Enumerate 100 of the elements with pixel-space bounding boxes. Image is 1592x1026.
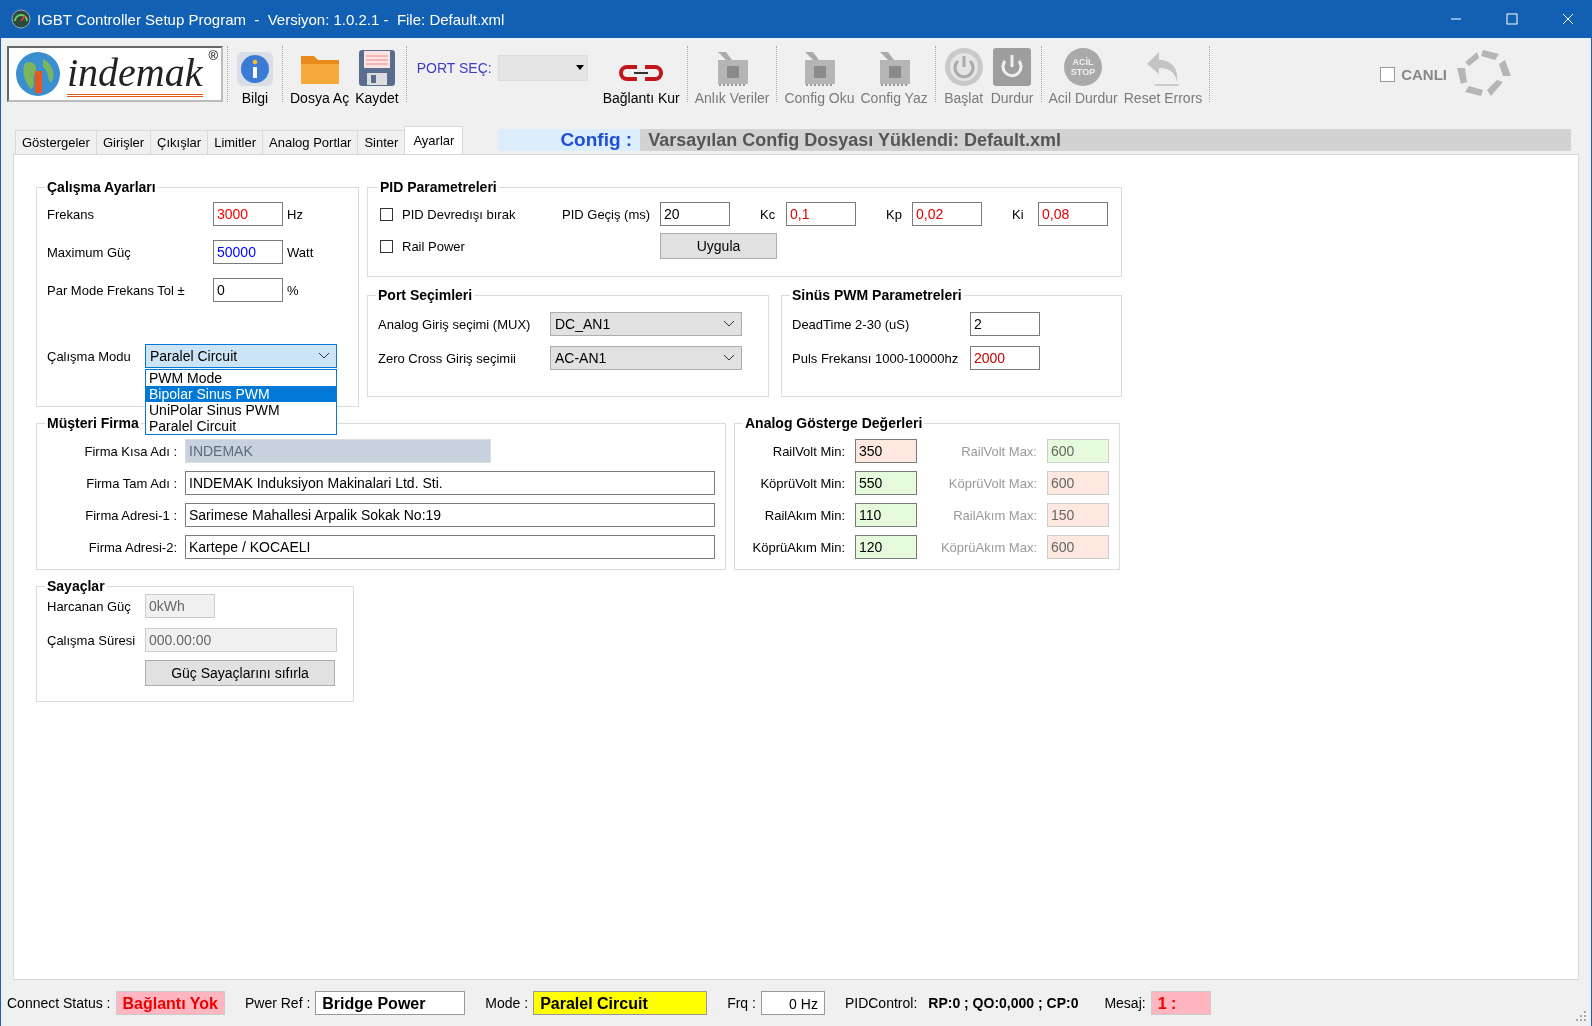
status-label: PIDControl: [844,995,918,1011]
group-title: Port Seçimleri [377,287,474,303]
input-field[interactable]: INDEMAK Induksiyon Makinalari Ltd. Sti. [185,471,715,495]
input-field[interactable]: 000.00:00 [145,628,337,652]
status-label: Frq : [727,995,756,1011]
input-field[interactable]: 600 [1047,471,1109,495]
input-field[interactable]: 110 [855,503,917,527]
field-label: Firma Adresi-1 : [84,507,178,523]
resize-grip-icon[interactable] [1575,1010,1587,1022]
field-label: RailAkım Min: [763,507,846,523]
live-label: CANLI [1401,65,1447,83]
tab[interactable]: Ayarlar [404,126,464,154]
status-label: Pwer Ref : [244,995,311,1011]
unit-label: % [287,282,299,298]
checkbox-label: PID Devredışı bırak [402,206,516,222]
input-field[interactable]: 150 [1047,503,1109,527]
group-title: Çalışma Ayarları [46,179,157,195]
field-label: RailVolt Max: [960,443,1038,459]
dropdown[interactable]: DC_AN1 [550,312,742,336]
field-label: Firma Kısa Adı : [83,443,178,459]
input-field[interactable]: 3000 [213,202,283,226]
input-field[interactable]: 2000 [970,346,1040,370]
field-label: Puls Frekansı 1000-10000hz [792,350,960,366]
group-title: Sinüs PWM Parametreleri [791,287,963,303]
group-title: Sayaçlar [46,578,106,594]
window-title: IGBT Controller Setup Program - Versiyon: 1.0.2.1 - File: Default.xml [37,10,506,28]
field-label: Çalışma Süresi [47,632,137,648]
mode-dropdown[interactable]: Paralel Circuit [145,344,337,368]
input-field[interactable]: 2 [970,312,1040,336]
live-checkbox[interactable] [1380,66,1396,82]
status-label: Mesaj: [1104,995,1146,1011]
input-field[interactable]: 550 [855,471,917,495]
field-label: KöprüAkım Min: [751,539,846,555]
status-value: Bağlantı Yok [115,991,225,1015]
field-label: Zero Cross Giriş seçimii [378,350,517,366]
input-field[interactable]: Sarimese Mahallesi Arpalik Sokak No:19 [185,503,715,527]
group-title: PID Parametreleri [379,179,498,195]
dropdown-option[interactable]: Paralel Circuit [146,418,336,434]
field-label: KöprüVolt Min: [759,475,846,491]
input-field[interactable]: 0,02 [912,202,982,226]
input-field[interactable]: 120 [855,535,917,559]
caret-icon [575,65,584,70]
chevron-down-icon [318,352,330,360]
field-label: Analog Giriş seçimi (MUX) [378,316,532,332]
input-field[interactable]: 600 [1047,439,1109,463]
dropdown-option[interactable]: PWM Mode [146,370,336,386]
stop-sign-icon: ACİL STOP [1062,46,1105,88]
checkbox[interactable] [380,239,393,253]
field-label: RailAkım Max: [952,507,1038,523]
field-label: PID Geçiş (ms) [562,206,652,222]
field-label: RailVolt Min: [771,443,846,459]
field-label: Ki [1012,206,1025,222]
dropdown-option[interactable]: UniPolar Sinus PWM [146,402,336,418]
field-label: Par Mode Frekans Tol ± [47,282,186,298]
status-value: 1 : [1150,991,1211,1015]
field-label: Kc [760,206,777,222]
field-label: Çalışma Modu [47,348,132,364]
registered-mark: ® [208,48,218,63]
info-icon [235,50,275,88]
input-field[interactable]: 20 [660,202,730,226]
dropdown[interactable]: AC-AN1 [550,346,742,370]
dropdown-option[interactable]: Bipolar Sinus PWM [146,386,336,402]
tab[interactable]: Göstergeler [15,130,97,154]
group-title: Analog Gösterge Değerleri [744,415,924,431]
port-label: PORT SEÇ: [416,60,492,76]
globe-icon [13,49,63,99]
input-field[interactable]: 0kWh [145,594,215,618]
status-value: 0 Hz [760,991,825,1015]
input-field[interactable]: 0 [213,278,283,302]
group-title: Müşteri Firma [46,415,140,431]
checkbox[interactable] [380,207,393,221]
gauge-icon [11,9,31,29]
field-label: Firma Adresi-2: [87,539,178,555]
status-value: Bridge Power [315,991,466,1015]
unit-label: Watt [287,244,314,260]
reset-counters-button[interactable]: Güç Sayaçlarını sıfırla [145,660,335,686]
status-value: RP:0 ; QO:0,000 ; CP:0 [927,994,1080,1013]
status-label: Connect Status : [7,995,111,1011]
unit-label: Hz [287,206,303,222]
input-field[interactable]: 600 [1047,535,1109,559]
config-message: Varsayılan Config Dosyası Yüklendi: Default.xml [640,129,1571,151]
input-field[interactable]: Kartepe / KOCAELI [185,535,715,559]
input-field[interactable]: 50000 [213,240,283,264]
toolbar-button[interactable]: Bağlantı Kur [599,42,683,106]
chevron-down-icon [723,320,735,328]
toolbar-button[interactable]: Bilgi [232,42,278,106]
field-label: KöprüAkım Max: [939,539,1038,555]
field-label: Firma Tam Adı : [85,475,178,491]
toolbar-button[interactable]: Kaydet [352,42,402,106]
status-value: Paralel Circuit [533,991,708,1015]
toolbar-button[interactable]: Dosya Aç [287,42,353,106]
chevron-down-icon [723,354,735,362]
field-label: DeadTime 2-30 (uS) [792,316,911,332]
input-field[interactable]: 0,08 [1038,202,1108,226]
input-field[interactable]: 350 [855,439,917,463]
power-icon [942,46,985,88]
field-label: Harcanan Güç [47,598,132,614]
apply-button[interactable]: Uygula [660,233,777,259]
port-dropdown[interactable] [497,55,588,81]
input-field[interactable]: 0,1 [786,202,856,226]
